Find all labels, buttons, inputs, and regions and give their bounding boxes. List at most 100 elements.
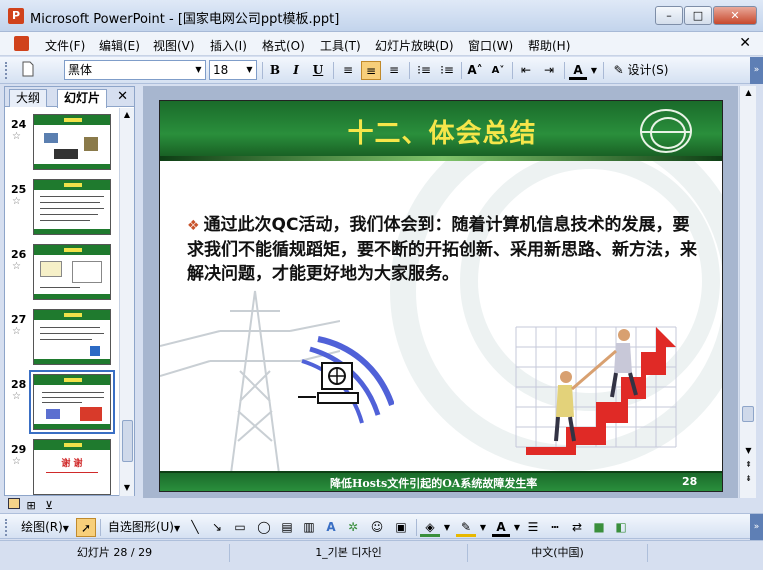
arrow-tool-icon[interactable]: ↘: [208, 518, 226, 537]
title-bar: P Microsoft PowerPoint - [国家电网公司ppt模板.pp…: [0, 0, 763, 32]
pane-close-icon[interactable]: ✕: [117, 89, 128, 104]
menu-help[interactable]: 帮助(H): [528, 37, 570, 54]
menu-file[interactable]: 文件(F): [45, 37, 85, 54]
menu-slideshow[interactable]: 幻灯片放映(D): [375, 37, 454, 54]
slide-body-text[interactable]: ❖ 通过此次QC活动，我们体会到：随着计算机信息技术的发展，要求我们不能循规蹈矩，…: [187, 213, 697, 286]
clipart-icon[interactable]: ☺: [368, 518, 386, 537]
menu-view[interactable]: 视图(V): [153, 37, 195, 54]
powerpoint-icon[interactable]: P: [8, 8, 24, 24]
shadow-style-icon[interactable]: ■: [590, 518, 608, 537]
font-color-icon[interactable]: A: [569, 61, 587, 80]
decrease-font-icon[interactable]: A˅: [488, 61, 508, 80]
chevron-down-icon[interactable]: ▼: [589, 61, 599, 80]
font-size-combo[interactable]: 18 ▼: [209, 60, 257, 80]
thumbnail-row[interactable]: 27 ☆: [5, 307, 119, 371]
previous-slide-icon[interactable]: ⇞: [741, 458, 756, 472]
insert-picture-icon[interactable]: ▣: [392, 518, 410, 537]
arrow-style-icon[interactable]: ⇄: [568, 518, 586, 537]
menu-window[interactable]: 窗口(W): [468, 37, 513, 54]
scroll-down-icon[interactable]: ▼: [120, 481, 134, 495]
new-document-icon[interactable]: [18, 61, 38, 80]
bullets-icon[interactable]: ⁝≡: [437, 61, 457, 80]
line-style-icon[interactable]: ☰: [524, 518, 542, 537]
dash-style-icon[interactable]: ┅: [546, 518, 564, 537]
wordart-icon[interactable]: A: [322, 518, 340, 537]
slide-scrollbar[interactable]: ▲ ▼ ⇞ ⇟: [739, 86, 756, 498]
slide-thumbnail-29[interactable]: 谢 谢: [33, 439, 111, 495]
toolbar-options-icon[interactable]: »: [750, 57, 763, 84]
document-icon[interactable]: [14, 36, 29, 51]
font-name-combo[interactable]: 黑体 ▼: [64, 60, 206, 80]
scroll-thumb[interactable]: [742, 406, 754, 422]
chevron-down-icon[interactable]: ▼: [243, 61, 256, 79]
increase-font-icon[interactable]: A˄: [465, 61, 485, 80]
scroll-thumb[interactable]: [122, 420, 133, 462]
scroll-down-icon[interactable]: ▼: [741, 444, 756, 458]
thumbnail-row[interactable]: 28 ☆: [5, 370, 119, 436]
scroll-up-icon[interactable]: ▲: [120, 108, 134, 122]
select-pointer-icon[interactable]: ➚: [76, 518, 96, 537]
thumbnail-row[interactable]: 29 ☆ 谢 谢: [5, 437, 119, 496]
menu-bar: 文件(F) 编辑(E) 视图(V) 插入(I) 格式(O) 工具(T) 幻灯片放…: [0, 32, 763, 56]
toolbar-grip[interactable]: [5, 519, 8, 536]
next-slide-icon[interactable]: ⇟: [741, 472, 756, 486]
menu-format[interactable]: 格式(O): [262, 37, 305, 54]
slide-number: 29: [11, 443, 27, 456]
thumbnail-scrollbar[interactable]: ▲ ▼: [119, 108, 134, 496]
vertical-textbox-icon[interactable]: ▥: [300, 518, 318, 537]
slide-thumbnail-26[interactable]: [33, 244, 111, 300]
tab-outline[interactable]: 大纲: [9, 89, 48, 107]
menu-edit[interactable]: 编辑(E): [99, 37, 140, 54]
thumb-shape: [44, 133, 58, 143]
thumbnail-row[interactable]: 26 ☆: [5, 242, 119, 306]
line-color-icon[interactable]: ✎: [456, 518, 476, 537]
decrease-indent-icon[interactable]: ⇤: [516, 61, 536, 80]
fill-color-icon[interactable]: ◈: [420, 518, 440, 537]
line-tool-icon[interactable]: ╲: [186, 518, 204, 537]
thumbnail-row[interactable]: 24 ☆: [5, 112, 119, 176]
thumbnail-row[interactable]: 25 ☆: [5, 177, 119, 241]
close-button[interactable]: ✕: [713, 6, 757, 25]
bold-button[interactable]: B: [266, 61, 284, 80]
current-slide[interactable]: 十二、体会总结 ❖ 通过此次QC活动，我们体会到：随着计算机信息技术的发展，要求我…: [159, 100, 723, 492]
chevron-down-icon[interactable]: ▼: [512, 518, 522, 537]
toolbar-grip[interactable]: [5, 62, 8, 79]
slide-thumbnail-28[interactable]: [29, 370, 115, 434]
align-right-icon[interactable]: ≡: [384, 61, 404, 80]
chevron-down-icon[interactable]: ▼: [478, 518, 488, 537]
scroll-up-icon[interactable]: ▲: [741, 86, 756, 100]
slide-thumbnail-25[interactable]: [33, 179, 111, 235]
tab-slides[interactable]: 幻灯片: [57, 89, 108, 108]
document-close-icon[interactable]: ✕: [739, 35, 751, 51]
chevron-down-icon[interactable]: ▼: [192, 61, 205, 79]
oval-tool-icon[interactable]: ◯: [254, 518, 274, 537]
textbox-tool-icon[interactable]: ▤: [278, 518, 296, 537]
underline-button[interactable]: U: [309, 61, 327, 80]
align-left-icon[interactable]: ≡: [338, 61, 358, 80]
slide-thumbnail-24[interactable]: [33, 114, 111, 170]
menu-insert[interactable]: 插入(I): [210, 37, 247, 54]
thumb-line: [40, 202, 100, 203]
footer-slide-number: 28: [682, 475, 698, 488]
draw-menu-button[interactable]: 绘图(R)▼: [18, 518, 72, 537]
minimize-button[interactable]: –: [655, 6, 683, 25]
rectangle-tool-icon[interactable]: ▭: [230, 518, 250, 537]
slide-sorter-view-icon[interactable]: ⊞: [27, 499, 39, 512]
diagram-icon[interactable]: ✲: [344, 518, 362, 537]
chevron-down-icon[interactable]: ▼: [442, 518, 452, 537]
normal-view-icon[interactable]: [8, 498, 20, 509]
autoshapes-menu-button[interactable]: 自选图形(U)▼: [104, 518, 184, 537]
toolbar-options-icon[interactable]: »: [750, 514, 763, 540]
numbering-icon[interactable]: ⁝≡: [414, 61, 434, 80]
font-color-icon[interactable]: A: [492, 518, 510, 537]
3d-style-icon[interactable]: ◧: [612, 518, 630, 537]
maximize-button[interactable]: □: [684, 6, 712, 25]
align-center-icon[interactable]: ≡: [361, 61, 381, 80]
thumb-header: [34, 440, 110, 450]
menu-tools[interactable]: 工具(T): [320, 37, 361, 54]
increase-indent-icon[interactable]: ⇥: [539, 61, 559, 80]
design-button[interactable]: ✎ 设计(S): [608, 61, 674, 80]
slide-thumbnail-27[interactable]: [33, 309, 111, 365]
slideshow-view-icon[interactable]: ⊻: [45, 499, 57, 512]
italic-button[interactable]: I: [287, 61, 305, 80]
